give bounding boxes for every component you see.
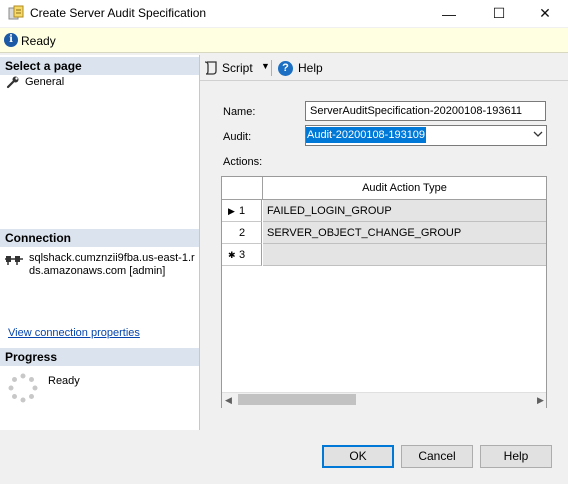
row-header[interactable]: ▶ 1	[222, 200, 262, 222]
scroll-left-icon[interactable]: ◀	[225, 395, 232, 406]
toolbar-help-button[interactable]: ? Help	[278, 59, 323, 77]
script-label: Script	[222, 61, 253, 75]
toolbar-separator	[271, 60, 272, 76]
chevron-down-icon[interactable]	[533, 130, 543, 138]
wrench-icon	[6, 76, 19, 89]
row-number: 2	[239, 227, 246, 239]
column-header-audit-action-type[interactable]: Audit Action Type	[263, 177, 546, 200]
help-icon: ?	[278, 60, 293, 76]
audit-label: Audit:	[223, 131, 252, 143]
ok-button[interactable]: OK	[322, 445, 394, 468]
select-page-header: Select a page	[0, 57, 199, 75]
connection-text: sqlshack.cumznzii9fba.us-east-1.rds.amaz…	[29, 252, 195, 277]
row-header[interactable]: ✱ 3	[222, 244, 262, 266]
current-row-icon: ▶	[228, 206, 235, 216]
grid-corner-header	[222, 177, 263, 200]
toolbar	[200, 55, 568, 81]
row-number: 1	[239, 205, 246, 217]
row-header[interactable]: 2	[222, 222, 262, 244]
actions-label: Actions:	[223, 156, 263, 168]
maximize-button[interactable]: ☐	[476, 0, 522, 27]
page-item-general[interactable]	[6, 75, 20, 92]
view-connection-properties-link[interactable]: View connection properties	[8, 327, 140, 339]
progress-status: Ready	[48, 375, 80, 387]
page-item-general-label[interactable]: General	[25, 76, 64, 88]
new-row-icon: ✱	[228, 250, 236, 260]
name-label: Name:	[223, 106, 256, 118]
help-button[interactable]: Help	[480, 445, 552, 468]
table-row-new[interactable]	[263, 244, 546, 266]
cancel-button[interactable]: Cancel	[401, 445, 473, 468]
window-title: Create Server Audit Specification	[30, 6, 207, 20]
connection-header: Connection	[0, 229, 199, 247]
script-dropdown-icon[interactable]: ▼	[261, 61, 270, 71]
script-icon	[204, 61, 217, 75]
table-row[interactable]: SERVER_OBJECT_CHANGE_GROUP	[263, 222, 546, 244]
script-button[interactable]: Script	[204, 59, 253, 77]
app-icon	[8, 5, 24, 20]
audit-selected-value[interactable]: Audit-20200108-193109	[306, 127, 427, 143]
status-bar	[0, 28, 568, 53]
row-number: 3	[239, 249, 246, 261]
table-row[interactable]: FAILED_LOGIN_GROUP	[263, 200, 546, 222]
name-input[interactable]: ServerAuditSpecification-20200108-193611	[305, 101, 546, 121]
close-button[interactable]: ✕	[522, 0, 568, 27]
connection-icon	[5, 256, 23, 265]
progress-header: Progress	[0, 348, 199, 366]
scroll-right-icon[interactable]: ▶	[537, 395, 544, 406]
toolbar-help-label: Help	[298, 61, 323, 75]
status-text: Ready	[21, 34, 56, 48]
minimize-button[interactable]: —	[426, 0, 472, 27]
progress-spinner-icon	[8, 373, 38, 403]
scrollbar-thumb[interactable]	[238, 394, 356, 405]
info-icon: i	[4, 33, 18, 47]
